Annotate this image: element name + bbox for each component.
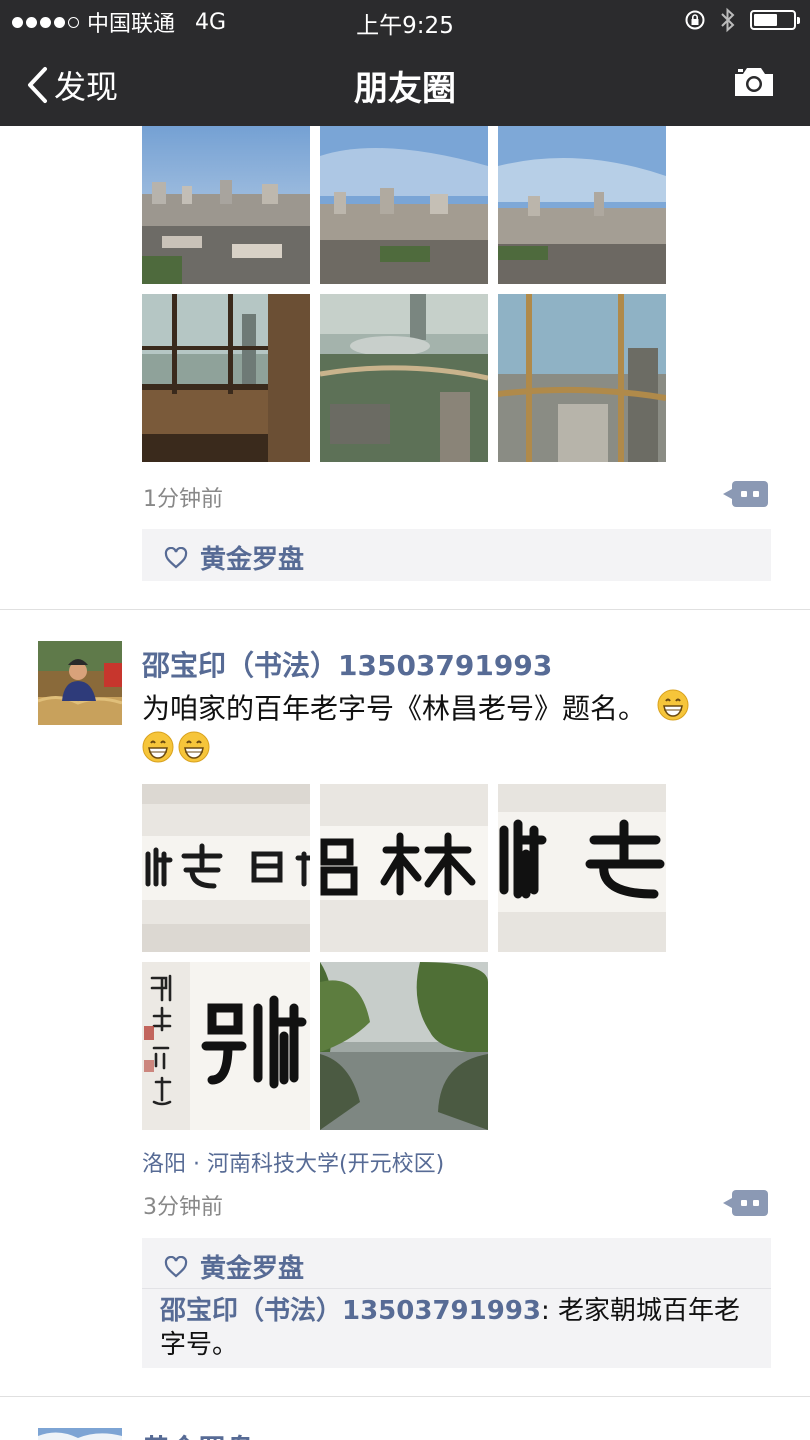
user-avatar-image [38,641,122,725]
post-text: 为咱家的百年老字号《林昌老号》题名。 [142,689,762,773]
grinning-face-icon [178,731,210,773]
calligraphy-image [320,784,488,952]
window-view-image [320,294,488,462]
window-view-image [498,294,666,462]
photo-city-3[interactable] [498,126,666,284]
moments-feed[interactable]: 1分钟前 黄金罗盘 邵宝印（书法）13503791993 为咱家的百年老字号《林… [0,126,810,1440]
photo-lake[interactable] [320,962,488,1130]
lake-trees-image [320,962,488,1130]
post-divider [0,1396,810,1397]
photo-window-3[interactable] [498,294,666,462]
status-bar: 中国联通 4G 上午9:25 [0,0,810,40]
avatar[interactable] [38,641,122,725]
calligraphy-image [142,784,310,952]
post-text-content: 为咱家的百年老字号《林昌老号》题名。 [142,692,647,725]
camera-button[interactable] [732,64,776,104]
like-row: 黄金罗盘 [164,539,304,576]
photo-calligraphy-3[interactable] [498,784,666,952]
grinning-face-icon [657,689,689,731]
photo-calligraphy-2[interactable] [320,784,488,952]
like-row: 黄金罗盘 [164,1248,304,1285]
camera-icon [735,68,773,96]
city-skyline-image [498,126,666,284]
photo-window-2[interactable] [320,294,488,462]
likes-comments-box: 黄金罗盘 邵宝印（书法）13503791993: 老家朝城百年老字号。 [142,1238,771,1368]
calligraphy-signature-image [142,962,310,1130]
avatar[interactable] [38,1428,122,1440]
photo-window-1[interactable] [142,294,310,462]
likes-divider [142,1288,771,1289]
city-skyline-image [142,126,310,284]
like-user-name[interactable]: 黄金罗盘 [200,539,304,576]
page-title: 朋友圈 [354,69,456,109]
calligraphy-image [498,784,666,952]
heart-icon [164,546,188,568]
city-skyline-image [320,126,488,284]
photo-city-1[interactable] [142,126,310,284]
bluetooth-icon [721,7,735,33]
post-time: 3分钟前 [143,1195,223,1220]
window-view-image [142,294,310,462]
battery-icon [750,10,800,30]
post-author[interactable]: 邵宝印（书法）13503791993 [142,644,552,684]
post-time: 1分钟前 [143,487,223,512]
comment-button[interactable] [723,1190,768,1216]
photo-city-2[interactable] [320,126,488,284]
nav-bar: 发现 朋友圈 [0,40,810,126]
post-divider [0,609,810,610]
comment[interactable]: 邵宝印（书法）13503791993: 老家朝城百年老字号。 [160,1294,756,1362]
photo-calligraphy-4[interactable] [142,962,310,1130]
comment-separator: : [541,1296,559,1326]
grinning-face-icon [142,731,174,773]
likes-box: 黄金罗盘 [142,529,771,581]
status-icons [684,7,800,33]
heart-icon [164,1255,188,1277]
like-user-name[interactable]: 黄金罗盘 [200,1248,304,1285]
comment-button[interactable] [723,481,768,507]
user-avatar-image [38,1428,122,1440]
rotation-lock-icon [685,10,705,30]
post-author[interactable]: 黄金罗盘 [142,1428,254,1440]
comment-author[interactable]: 邵宝印（书法）13503791993 [160,1296,541,1326]
photo-calligraphy-1[interactable] [142,784,310,952]
post-location[interactable]: 洛阳 · 河南科技大学(开元校区) [142,1146,444,1178]
